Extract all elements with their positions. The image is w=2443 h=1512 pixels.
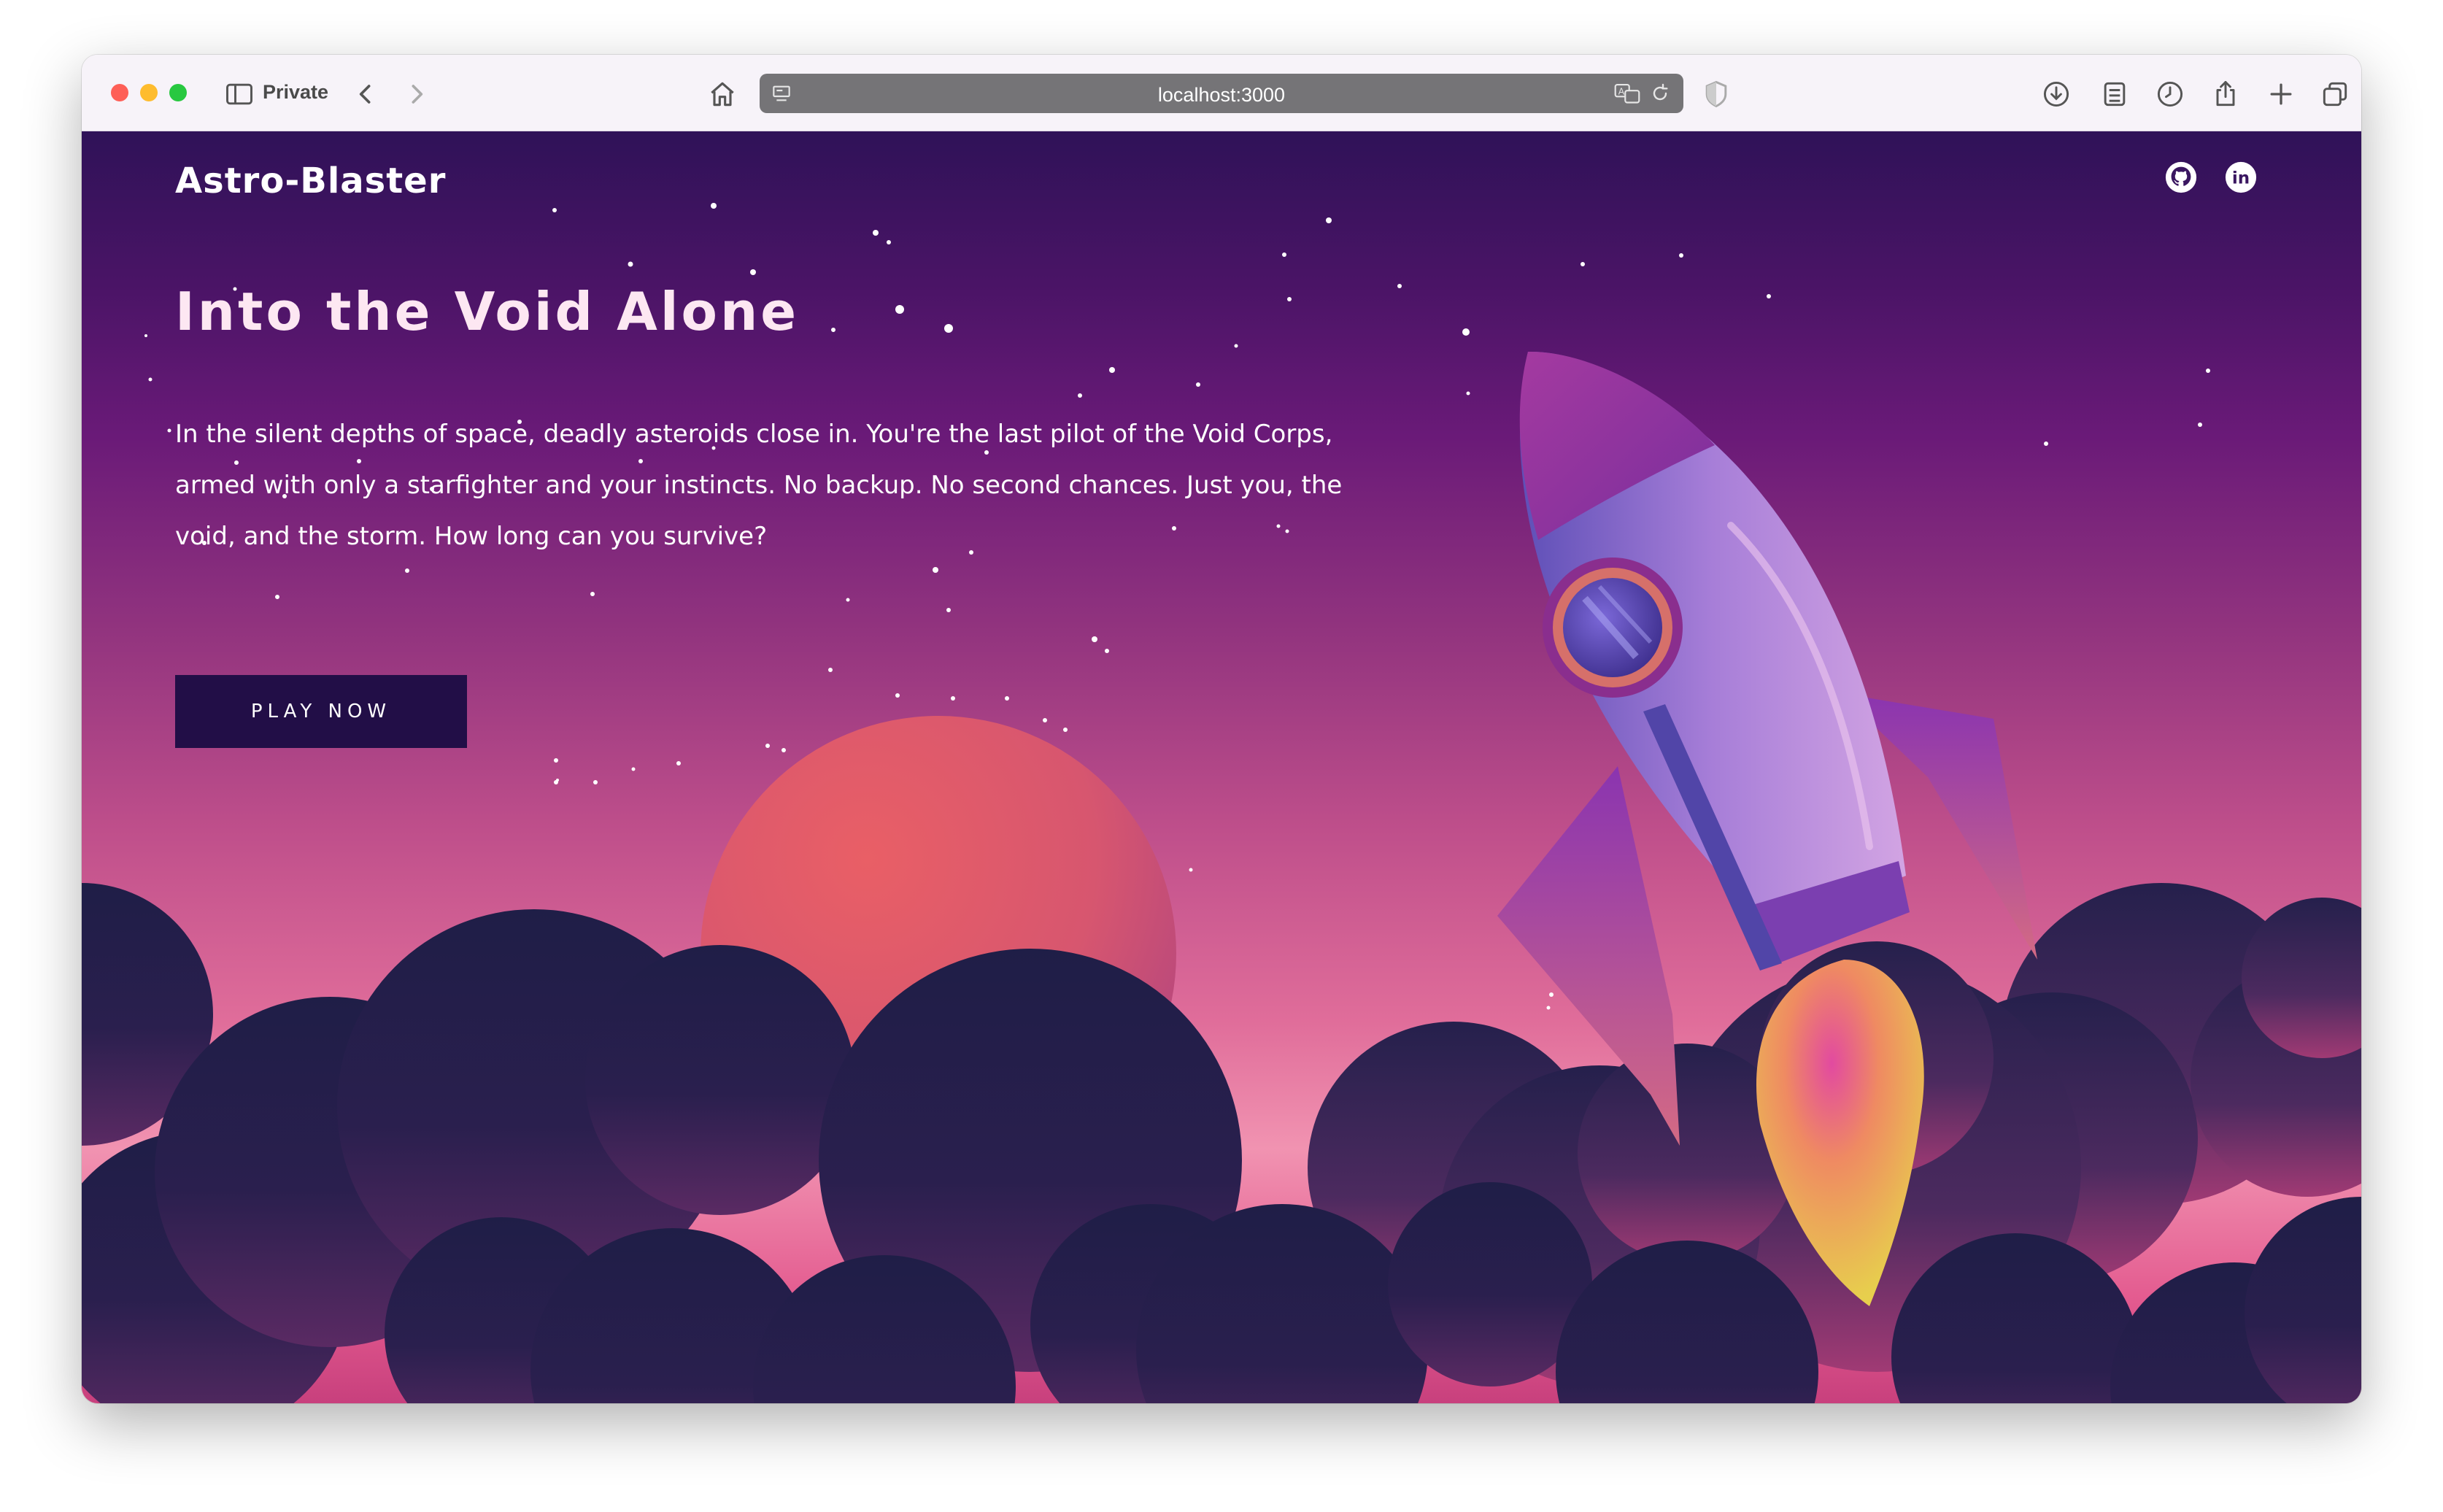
site-brand-logo[interactable]: Astro-Blaster xyxy=(175,161,446,201)
back-icon[interactable] xyxy=(350,78,382,110)
linkedin-icon[interactable]: in xyxy=(2224,161,2258,194)
page-viewport: Astro-Blaster in Into the Void Alone In … xyxy=(82,131,2361,1403)
play-now-button[interactable]: PLAY NOW xyxy=(175,675,467,748)
history-icon[interactable] xyxy=(2154,78,2186,110)
hero-title: Into the Void Alone xyxy=(175,281,800,342)
share-icon[interactable] xyxy=(2209,78,2242,110)
close-window-button[interactable] xyxy=(111,84,128,101)
svg-text:in: in xyxy=(2232,169,2250,188)
zoom-window-button[interactable] xyxy=(169,84,187,101)
downloads-icon[interactable] xyxy=(2040,78,2072,110)
svg-text:A: A xyxy=(1618,87,1625,97)
browser-window: Private localhost:3000 A Astro-Blaster i… xyxy=(82,55,2361,1403)
address-bar[interactable]: localhost:3000 A xyxy=(760,74,1683,113)
tab-overview-icon[interactable] xyxy=(2319,78,2351,110)
hero-description: In the silent depths of space, deadly as… xyxy=(175,420,1343,551)
private-mode-label: Private xyxy=(263,81,329,103)
translate-icon[interactable]: A xyxy=(1613,82,1641,105)
reader-print-icon[interactable] xyxy=(2099,78,2131,110)
browser-toolbar: Private localhost:3000 A xyxy=(82,55,2361,131)
forward-icon[interactable] xyxy=(400,78,432,110)
github-icon[interactable] xyxy=(2164,161,2198,194)
sidebar-icon[interactable] xyxy=(223,78,255,110)
minimize-window-button[interactable] xyxy=(140,84,158,101)
reload-icon[interactable] xyxy=(1648,82,1672,105)
new-tab-icon[interactable] xyxy=(2265,78,2297,110)
privacy-shield-icon[interactable] xyxy=(1700,78,1732,110)
url-text: localhost:3000 xyxy=(1157,84,1286,106)
home-icon[interactable] xyxy=(706,78,738,110)
